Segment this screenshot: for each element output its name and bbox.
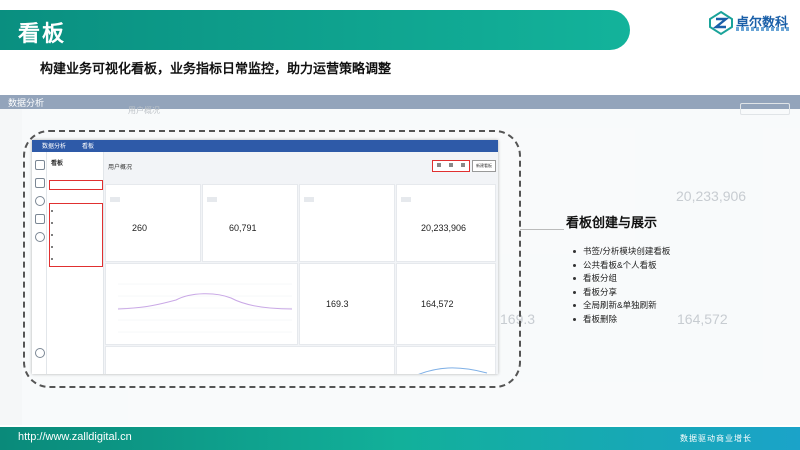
metric-card[interactable]: 20,233,906 — [396, 184, 496, 262]
line-chart-card[interactable] — [105, 263, 298, 345]
share-icon[interactable] — [449, 163, 453, 167]
dashboard-screenshot: 数据分析 看板 看板 用户概况 新建看板 260 60,791 20,233,9… — [32, 140, 498, 374]
bullet-icon — [573, 317, 576, 321]
logo-tagline-mark — [736, 27, 790, 31]
bullet-icon — [573, 277, 576, 280]
user-icon[interactable] — [35, 196, 45, 206]
footer-slogan: 数据驱动商业增长 — [680, 434, 752, 443]
card-value: 60,791 — [229, 223, 257, 233]
logo-icon — [709, 10, 733, 36]
app-icon-sidebar — [32, 152, 47, 374]
feature-text: 全局刷新&单独刷新 — [583, 300, 657, 310]
background-topbar: 数据分析 — [0, 95, 800, 109]
app-title: 数据分析 — [42, 144, 67, 150]
trend-line-chart — [117, 283, 293, 333]
background-panel-title: 用户概况 — [128, 106, 160, 115]
dashboard-icon[interactable] — [35, 160, 45, 170]
mini-line-chart — [418, 367, 488, 374]
metric-card[interactable]: 169.3 — [299, 263, 395, 345]
background-app-title: 数据分析 — [8, 98, 45, 108]
nav-title: 看板 — [51, 161, 64, 167]
new-dashboard-button[interactable]: 新建看板 — [472, 160, 496, 172]
card-tab — [304, 197, 314, 202]
list-item: 看板分组 — [573, 272, 670, 286]
list-item[interactable] — [51, 234, 53, 236]
list-item: 看板分享 — [573, 286, 670, 300]
bullet-icon — [573, 250, 576, 253]
settings-icon[interactable] — [35, 232, 45, 242]
company-logo: 卓尔数科 — [708, 10, 792, 38]
features-list: 书签/分析模块创建看板 公共看板&个人看板 看板分组 看板分享 全局刷新&单独刷… — [573, 245, 670, 326]
metric-card[interactable]: 260 — [105, 184, 201, 262]
list-item: 看板删除 — [573, 313, 670, 327]
metric-card[interactable]: 164,572 — [396, 263, 496, 345]
bullet-icon — [573, 263, 576, 267]
list-item[interactable] — [51, 210, 53, 212]
analysis-icon[interactable] — [35, 178, 45, 188]
background-number: 164,572 — [677, 311, 728, 327]
card-tab — [110, 197, 120, 202]
list-item[interactable] — [51, 246, 53, 248]
feature-text: 看板删除 — [583, 313, 618, 324]
card-value: 164,572 — [421, 299, 454, 309]
background-sidebar — [0, 109, 22, 425]
card-value: 169.3 — [326, 299, 349, 309]
dashboard-nav-panel: 看板 — [47, 152, 104, 374]
chart-card[interactable] — [396, 346, 496, 374]
feature-text: 书签/分析模块创建看板 — [583, 246, 671, 256]
background-number: 20,233,906 — [676, 188, 747, 204]
card-value: 260 — [132, 223, 148, 233]
callout-line — [520, 229, 564, 230]
header-banner: 看板 — [0, 10, 630, 50]
feature-text: 公共看板&个人看板 — [583, 259, 657, 270]
background-search-box — [740, 103, 790, 115]
bullet-icon — [573, 304, 576, 307]
page-title: 看板 — [18, 21, 67, 46]
help-icon[interactable] — [35, 348, 45, 358]
metric-card[interactable] — [299, 184, 395, 262]
feature-text: 看板分组 — [583, 273, 618, 283]
more-icon[interactable] — [461, 163, 465, 167]
tag-icon[interactable] — [35, 214, 45, 224]
section-subtitle: 构建业务可视化看板，业务指标日常监控，助力运营策略调整 — [40, 61, 392, 76]
list-item[interactable] — [51, 258, 53, 260]
dashboard-toolbar-highlight — [432, 160, 470, 172]
app-topbar: 数据分析 看板 — [32, 140, 498, 152]
dashboard-list-highlight — [49, 203, 103, 267]
features-title: 看板创建与展示 — [566, 215, 658, 230]
dashboard-group-selector[interactable] — [49, 180, 103, 190]
list-item: 公共看板&个人看板 — [573, 259, 670, 273]
list-item[interactable] — [51, 222, 53, 224]
footer-bar: http://www.zalldigital.cn 数据驱动商业增长 — [0, 427, 800, 450]
card-value: 20,233,906 — [421, 223, 467, 233]
refresh-icon[interactable] — [437, 163, 441, 167]
card-tab — [401, 197, 411, 202]
table-card[interactable] — [105, 346, 395, 374]
feature-text: 看板分享 — [583, 286, 618, 297]
app-tab: 看板 — [82, 144, 95, 150]
metric-card[interactable]: 60,791 — [202, 184, 298, 262]
card-tab — [207, 197, 217, 202]
list-item: 全局刷新&单独刷新 — [573, 299, 670, 313]
list-item: 书签/分析模块创建看板 — [573, 245, 670, 259]
dashboard-title: 用户概况 — [108, 165, 133, 171]
bullet-icon — [573, 290, 576, 294]
footer-url: http://www.zalldigital.cn — [18, 431, 132, 443]
